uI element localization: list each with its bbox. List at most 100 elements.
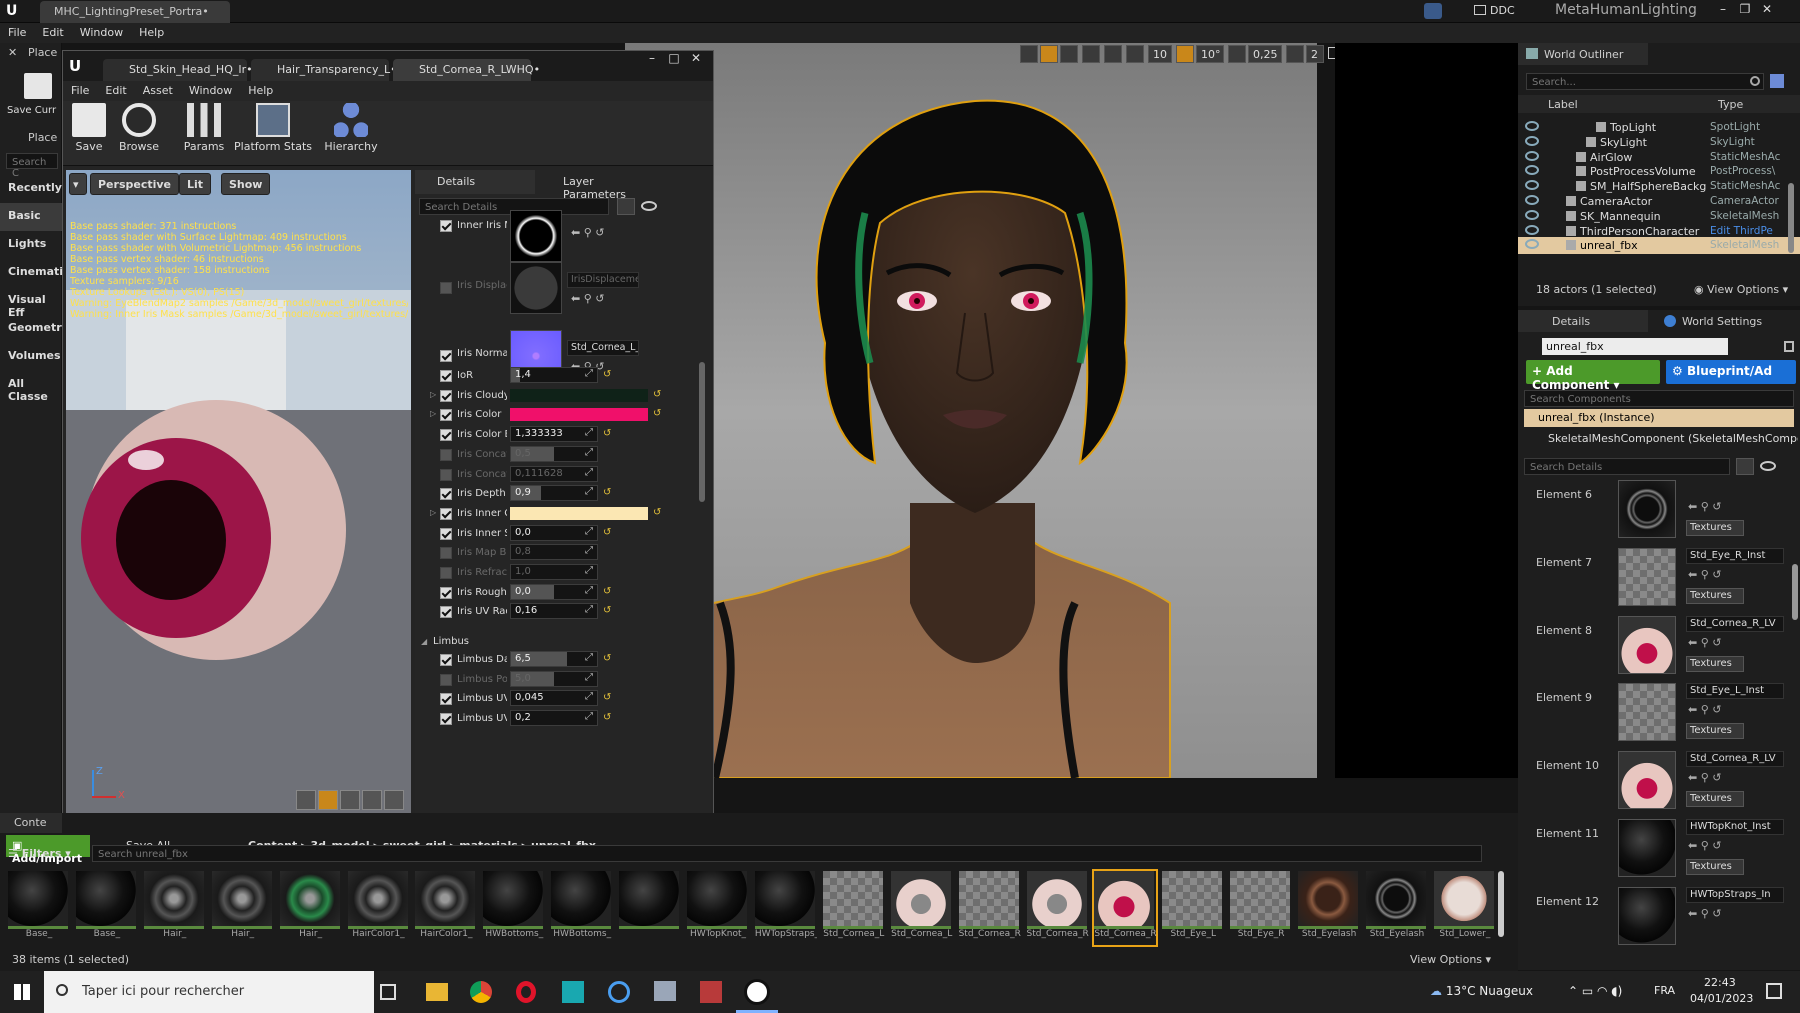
layer-parameters-tab[interactable]: Layer Parameters — [541, 170, 661, 201]
category-recently[interactable]: Recently — [0, 175, 62, 203]
save-button[interactable]: Save — [69, 103, 109, 153]
surface-snap-icon[interactable] — [1104, 45, 1122, 63]
param-checkbox[interactable] — [440, 673, 452, 686]
visibility-eye-icon[interactable] — [1525, 239, 1539, 250]
asset-tile[interactable]: Base_ — [75, 871, 138, 945]
grid-view-icon[interactable] — [617, 198, 635, 215]
editor-minimize-icon[interactable]: – — [641, 51, 663, 65]
clock-date[interactable]: 04/01/2023 — [1690, 992, 1753, 1005]
menu-edit[interactable]: Edit — [34, 23, 71, 42]
world-settings-tab[interactable]: World Settings — [1654, 310, 1794, 332]
textures-dropdown[interactable]: Textures — [1686, 791, 1744, 808]
asset-tile[interactable]: Std_Cornea_L — [890, 871, 953, 945]
notification-center-icon[interactable] — [1766, 983, 1782, 999]
translate-icon[interactable] — [1020, 45, 1038, 63]
plane-icon[interactable] — [340, 790, 360, 810]
language-indicator[interactable]: FRA — [1654, 984, 1675, 997]
expand-icon[interactable]: ▷ — [430, 508, 436, 517]
clock-time[interactable]: 22:43 — [1704, 976, 1736, 989]
perspective-button[interactable]: Perspective — [90, 173, 180, 195]
world-icon[interactable] — [1082, 45, 1100, 63]
taskbar-search[interactable]: Taper ici pour rechercher — [44, 971, 374, 1013]
asset-tile[interactable]: Base_ — [8, 871, 70, 945]
param-checkbox[interactable] — [440, 547, 452, 560]
sphere-icon[interactable] — [318, 790, 338, 810]
editor-close-icon[interactable]: ✕ — [685, 51, 707, 65]
level-tab[interactable]: MHC_LightingPreset_Portra• — [40, 1, 230, 23]
window-controls[interactable]: – ❐ ✕ — [1712, 2, 1778, 16]
editor-maximize-icon[interactable]: □ — [663, 51, 685, 65]
visibility-eye-icon[interactable] — [1525, 135, 1539, 146]
scale-snap-value[interactable]: 0,25 — [1248, 45, 1282, 63]
instance-row[interactable]: unreal_fbx (Instance) — [1524, 409, 1794, 427]
chrome-icon[interactable] — [470, 981, 492, 1003]
param-value-input[interactable]: 1,4 ⤢ — [510, 367, 598, 383]
editor-menu-help[interactable]: Help — [240, 81, 281, 100]
param-checkbox[interactable] — [440, 350, 452, 362]
category-volumes[interactable]: Volumes — [0, 343, 62, 371]
minimize-icon[interactable]: – — [1712, 2, 1734, 16]
place-search-input[interactable]: Search C — [6, 153, 58, 179]
visibility-eye-icon[interactable] — [1525, 165, 1539, 176]
param-checkbox[interactable] — [440, 282, 452, 294]
category-all-classes[interactable]: All Classe — [0, 371, 62, 403]
asset-tile[interactable]: HairColor1_ — [415, 871, 477, 945]
label-column[interactable]: Label — [1548, 98, 1578, 111]
add-actor-icon[interactable] — [1770, 74, 1784, 88]
reset-icon[interactable]: ↺ — [653, 389, 661, 400]
reset-icon[interactable]: ↺ — [603, 692, 611, 703]
tab-cornea[interactable]: Std_Cornea_R_LWHQ• — [393, 59, 540, 81]
ddc-icon[interactable] — [1474, 5, 1486, 15]
param-value-input[interactable]: 0,16 ⤢ — [510, 603, 598, 620]
windows-start-icon[interactable] — [14, 984, 30, 1000]
material-actions-icons[interactable]: ⬅ ⚲ ↺ — [1688, 839, 1721, 852]
expand-icon[interactable]: ▷ — [430, 409, 436, 418]
app-window-icon[interactable] — [654, 981, 676, 1001]
component-row[interactable]: SkeletalMeshComponent (SkeletalMeshCompo — [1548, 432, 1798, 445]
outliner-view-options[interactable]: ◉ View Options ▾ — [1694, 283, 1788, 296]
asset-tile[interactable]: HWBottoms_ — [551, 871, 613, 945]
texture-thumbnail[interactable] — [510, 262, 562, 314]
param-checkbox[interactable] — [440, 713, 452, 726]
texture-thumbnail[interactable] — [510, 210, 562, 262]
material-thumbnail[interactable] — [1618, 480, 1676, 538]
category-visual-effects[interactable]: Visual Eff — [0, 287, 62, 319]
type-column[interactable]: Type — [1718, 98, 1743, 111]
reset-icon[interactable]: ↺ — [603, 605, 611, 616]
app-c-icon[interactable] — [608, 981, 630, 1003]
reset-icon[interactable]: ↺ — [603, 586, 611, 597]
reset-icon[interactable]: ↺ — [653, 507, 661, 518]
visibility-eye-icon[interactable] — [1525, 209, 1539, 220]
editor-menu-edit[interactable]: Edit — [97, 81, 134, 100]
material-dropdown[interactable]: Std_Eye_R_Inst — [1686, 547, 1784, 564]
material-actions-icons[interactable]: ⬅ ⚲ ↺ — [1688, 636, 1721, 649]
param-value-input[interactable]: 0,111628 ⤢ — [510, 465, 598, 482]
level-viewport[interactable]: 10 10° 0,25 2 — [625, 43, 1340, 778]
rotate-icon[interactable] — [1040, 45, 1058, 63]
task-view-icon[interactable] — [380, 984, 396, 1000]
param-checkbox[interactable] — [440, 220, 452, 232]
visibility-eye-icon[interactable] — [1525, 150, 1539, 161]
textures-dropdown[interactable]: Textures — [1686, 859, 1744, 875]
reset-icon[interactable]: ↺ — [603, 527, 611, 538]
visibility-icon[interactable] — [641, 201, 657, 211]
param-value-input[interactable]: 6,5 ⤢ — [510, 651, 598, 667]
category-cinematic[interactable]: Cinemati — [0, 259, 63, 287]
param-checkbox[interactable] — [440, 389, 452, 402]
material-actions-icons[interactable]: ⬅ ⚲ ↺ — [1688, 568, 1721, 581]
asset-tile[interactable] — [619, 871, 681, 945]
actor-visibility-icon[interactable] — [1760, 461, 1776, 471]
material-actions-icons[interactable]: ⬅ ⚲ ↺ — [1688, 500, 1721, 513]
asset-tile[interactable]: HairColor1_ — [347, 871, 410, 945]
add-component-button[interactable]: + Add Component ▾ — [1526, 360, 1660, 392]
use-asset-icon[interactable]: ⬅ ⚲ ↺ — [571, 226, 604, 239]
asset-tile[interactable]: Std_Eye_L — [1162, 871, 1224, 945]
material-dropdown[interactable]: HWTopKnot_Inst — [1686, 819, 1784, 835]
actor-grid-view-icon[interactable] — [1736, 458, 1754, 475]
teapot-icon[interactable] — [384, 790, 404, 810]
param-value-input[interactable]: 1,0 ⤢ — [510, 564, 598, 580]
asset-tile[interactable]: Std_Eyelash — [1298, 871, 1360, 945]
material-actions-icons[interactable]: ⬅ ⚲ ↺ — [1688, 771, 1721, 784]
asset-tile[interactable]: HWTopKnot_ — [687, 871, 749, 945]
param-value-input[interactable]: 5,0 ⤢ — [510, 670, 598, 687]
